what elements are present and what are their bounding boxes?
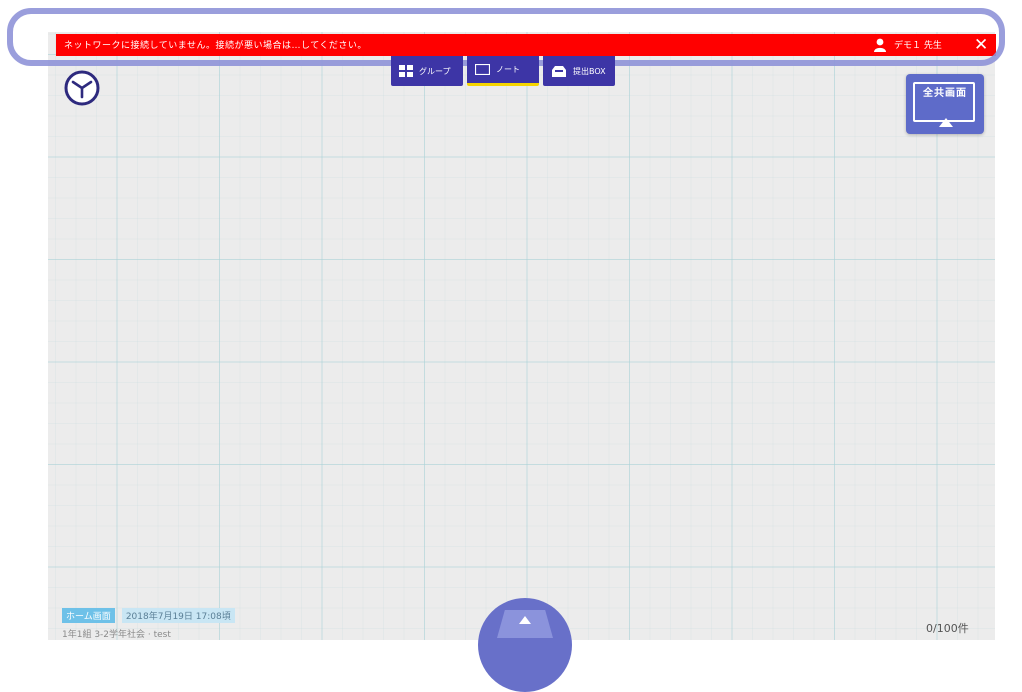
share-screen-label: 全共画面 <box>923 88 967 99</box>
class-info: 1年1組 3-2学年社会 · test <box>62 630 171 640</box>
upload-button[interactable] <box>478 598 572 692</box>
tab-note-label: ノート <box>496 65 520 74</box>
note-icon <box>475 64 490 75</box>
share-arrow-icon <box>939 118 953 127</box>
top-toolbar: グループ ノート 提出BOX <box>391 56 615 86</box>
home-tag: ホーム画面 <box>62 608 115 623</box>
tab-group-label: グループ <box>419 66 451 76</box>
upload-icon <box>497 610 553 638</box>
drawing-canvas[interactable] <box>48 32 995 640</box>
note-counter: 0/100件 <box>926 622 969 635</box>
tab-group[interactable]: グループ <box>391 56 463 86</box>
grid-icon <box>399 65 413 77</box>
tab-submit-box-label: 提出BOX <box>573 66 606 76</box>
share-screen-button[interactable]: 全共画面 <box>906 74 984 134</box>
close-icon[interactable]: ✕ <box>974 35 988 55</box>
network-alert-bar: ネットワークに接続していません。接続が悪い場合は…してください。 デモ１ 先生 … <box>56 34 996 56</box>
tab-submit-box[interactable]: 提出BOX <box>543 56 615 86</box>
clock-icon[interactable] <box>62 68 102 108</box>
user-name-label: デモ１ 先生 <box>894 41 942 51</box>
session-date: 2018年7月19日 17:08頃 <box>121 608 235 623</box>
upload-arrow-icon <box>519 616 531 624</box>
tab-note[interactable]: ノート <box>467 56 539 86</box>
alert-message: ネットワークに接続していません。接続が悪い場合は…してください。 <box>64 41 367 51</box>
user-icon <box>874 38 886 52</box>
session-info: ホーム画面 2018年7月19日 17:08頃 1年1組 3-2学年社会 · t… <box>62 604 235 640</box>
inbox-icon <box>552 65 566 77</box>
